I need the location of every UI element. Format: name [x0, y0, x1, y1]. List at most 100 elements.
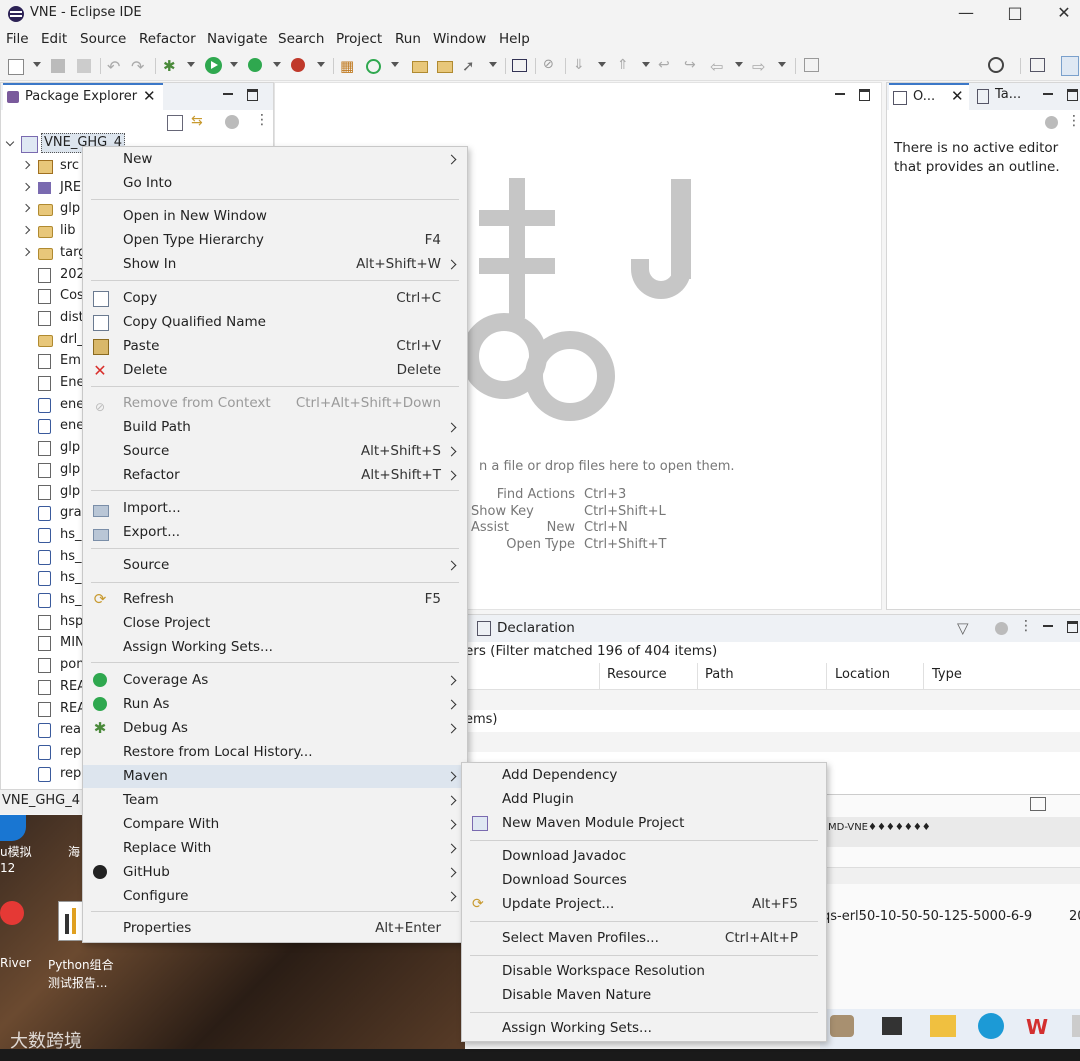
tree-item[interactable]: REA [1, 698, 86, 719]
menu-item-delete[interactable]: ✕ Delete Delete [83, 359, 467, 382]
maven-item-add-plugin[interactable]: Add Plugin [462, 788, 826, 811]
filter-icon[interactable]: ▽ [957, 619, 969, 637]
maven-item-disable-workspace-resolution[interactable]: Disable Workspace Resolution [462, 960, 826, 983]
menu-item-paste[interactable]: Paste Ctrl+V [83, 335, 467, 358]
declaration-tab-label[interactable]: Declaration [497, 620, 575, 636]
forward-icon[interactable]: ⇨ [752, 57, 770, 76]
tree-item[interactable]: Ene [1, 372, 84, 393]
chevron-right-icon[interactable] [21, 247, 31, 257]
minimize-view-icon[interactable] [1043, 93, 1053, 95]
chevron-right-icon[interactable] [21, 204, 31, 213]
close-window-button[interactable]: ✕ [1046, 2, 1080, 24]
menu-item-source[interactable]: Source [83, 554, 467, 577]
menu-refactor[interactable]: Refactor [139, 31, 196, 47]
forward-dropdown-icon[interactable] [778, 62, 786, 67]
tree-item[interactable]: src [1, 155, 83, 176]
desktop-app-icon[interactable] [0, 815, 26, 841]
tree-item[interactable]: lib [1, 220, 83, 241]
view-menu-icon[interactable]: ⋮ [255, 112, 269, 128]
tree-item[interactable]: rea [1, 719, 83, 740]
menu-item-go-into[interactable]: Go Into [83, 172, 467, 195]
maximize-view-icon[interactable] [247, 89, 258, 101]
coverage-icon[interactable] [248, 58, 262, 72]
close-icon[interactable]: ✕ [143, 87, 156, 105]
column-location[interactable]: Location [835, 667, 890, 682]
maximize-view-icon[interactable] [1067, 621, 1078, 633]
maven-item-download-javadoc[interactable]: Download Javadoc [462, 845, 826, 868]
java-perspective-icon[interactable] [1061, 56, 1079, 76]
save-icon[interactable] [51, 59, 65, 73]
taskbar-app-icon[interactable] [882, 1017, 902, 1035]
column-type[interactable]: Type [932, 667, 962, 682]
external-tools-icon[interactable] [291, 58, 305, 72]
menu-item-close-project[interactable]: Close Project [83, 612, 467, 635]
close-icon[interactable]: ✕ [951, 87, 964, 105]
coverage-dropdown-icon[interactable] [273, 62, 281, 67]
menu-help[interactable]: Help [499, 31, 530, 47]
redo-icon[interactable]: ↷ [131, 57, 149, 76]
tree-item[interactable]: JRE [1, 177, 83, 198]
outline-filters-icon[interactable] [1045, 116, 1058, 129]
terminal-icon[interactable] [512, 59, 527, 72]
task-list-icon[interactable] [977, 89, 989, 104]
menu-file[interactable]: File [6, 31, 29, 47]
outline-tab[interactable]: O... ✕ [889, 83, 969, 111]
menu-item-assign-working-sets[interactable]: Assign Working Sets... [83, 636, 467, 659]
menu-item-compare-with[interactable]: Compare With [83, 813, 467, 836]
menu-item-replace-with[interactable]: Replace With [83, 837, 467, 860]
back-icon[interactable]: ⇦ [710, 57, 728, 76]
maven-item-disable-maven-nature[interactable]: Disable Maven Nature [462, 984, 826, 1007]
previous-annotation-icon[interactable]: ⇑ [617, 57, 635, 75]
tree-item[interactable]: glp [1, 459, 83, 480]
maximize-view-icon[interactable] [1067, 89, 1078, 101]
menu-item-show-in[interactable]: Show In Alt+Shift+W [83, 253, 467, 276]
tree-item[interactable]: ene [1, 415, 84, 436]
tree-item[interactable]: rep [1, 741, 83, 762]
tree-item[interactable]: glp [1, 198, 83, 219]
menu-item-export[interactable]: Export... [83, 521, 467, 544]
menu-search[interactable]: Search [278, 31, 324, 47]
filters-icon[interactable] [995, 622, 1008, 635]
tree-item[interactable]: hs_ [1, 589, 83, 610]
tree-item[interactable]: glp [1, 481, 83, 502]
menu-item-properties[interactable]: Properties Alt+Enter [83, 917, 467, 940]
minimize-window-button[interactable]: — [948, 2, 984, 24]
new-dropdown-icon[interactable] [33, 62, 41, 67]
tree-item[interactable]: Cos [1, 285, 84, 306]
run-icon[interactable] [205, 57, 222, 74]
taskbar-app-icon[interactable] [830, 1015, 854, 1037]
run-dropdown-icon[interactable] [230, 62, 238, 67]
tree-item[interactable]: hs_ [1, 546, 83, 567]
minimize-view-icon[interactable] [1043, 625, 1053, 627]
table-row[interactable] [463, 690, 1080, 710]
menu-item-debug-as[interactable]: ✱ Debug As [83, 717, 467, 740]
maven-item-assign-working-sets[interactable]: Assign Working Sets... [462, 1017, 826, 1040]
filters-icon[interactable] [225, 115, 239, 129]
menu-item-copy-qualified-name[interactable]: Copy Qualified Name [83, 311, 467, 334]
task-list-tab-label[interactable]: Ta... [995, 87, 1021, 102]
new-class-icon[interactable] [366, 59, 381, 74]
undo-icon[interactable]: ↶ [107, 57, 125, 76]
maven-item-add-dependency[interactable]: Add Dependency [462, 764, 826, 787]
edge-browser-icon[interactable] [978, 1013, 1004, 1039]
back-dropdown-icon[interactable] [735, 62, 743, 67]
wps-icon[interactable]: W [1026, 1015, 1048, 1039]
menu-item-open-type-hierarchy[interactable]: Open Type Hierarchy F4 [83, 229, 467, 252]
chevron-right-icon[interactable] [21, 160, 31, 170]
menu-item-refresh[interactable]: ⟳ Refresh F5 [83, 588, 467, 611]
search-dropdown-icon[interactable] [489, 62, 497, 67]
file-explorer-icon[interactable] [930, 1015, 956, 1037]
maven-item-update-project[interactable]: ⟳ Update Project... Alt+F5 [462, 893, 826, 916]
maximize-editor-icon[interactable] [859, 89, 870, 101]
search-icon[interactable] [988, 57, 1004, 73]
search-tool-icon[interactable]: ➚ [462, 57, 480, 75]
desktop-app-icon[interactable] [0, 901, 24, 925]
chevron-right-icon[interactable] [21, 182, 31, 191]
tree-item[interactable]: ene [1, 394, 84, 415]
menu-run[interactable]: Run [395, 31, 421, 47]
tree-item[interactable]: rep [1, 763, 83, 784]
menu-item-import[interactable]: Import... [83, 497, 467, 520]
new-package-icon[interactable]: ▦ [340, 57, 358, 75]
menu-item-build-path[interactable]: Build Path [83, 416, 467, 439]
new-class-dropdown-icon[interactable] [391, 62, 399, 67]
